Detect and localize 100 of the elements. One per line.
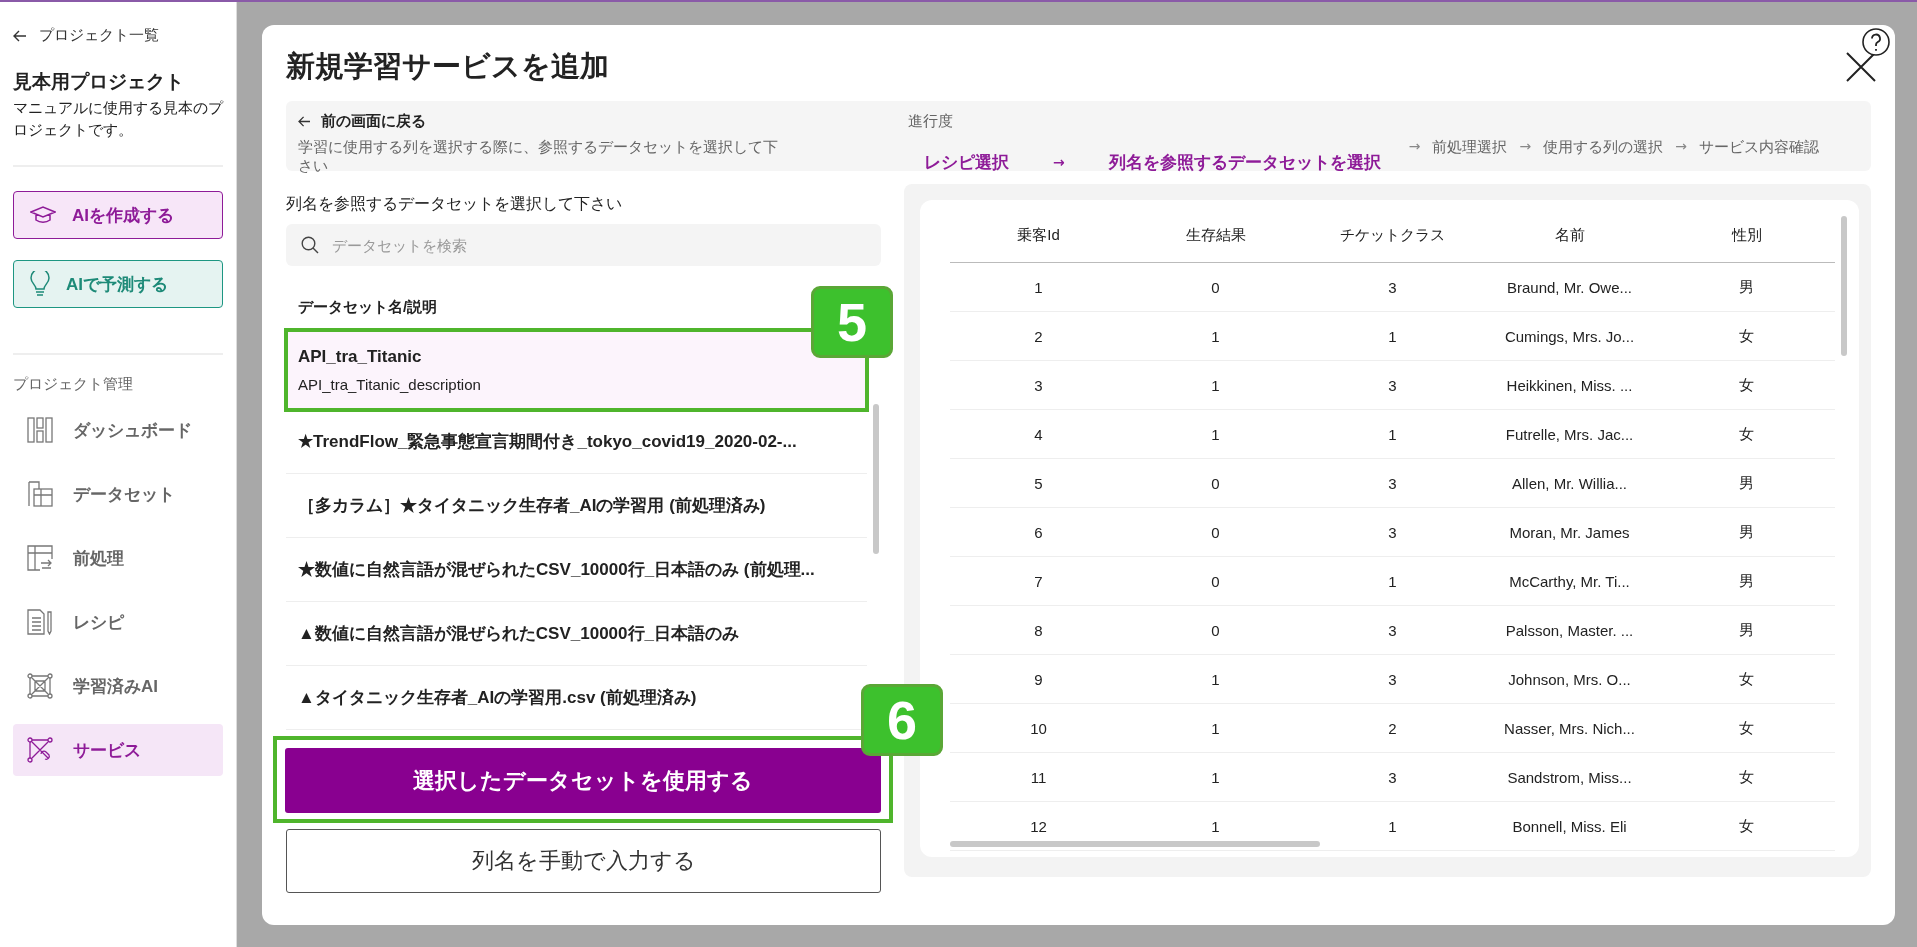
search-field[interactable]: データセットを検索 bbox=[286, 224, 881, 266]
table-cell: 1 bbox=[1304, 409, 1481, 459]
table-cell: 7 bbox=[950, 556, 1127, 606]
table-cell: Bonnell, Miss. Eli bbox=[1481, 801, 1658, 851]
scrollbar[interactable] bbox=[950, 841, 1320, 847]
table-cell: 3 bbox=[1304, 360, 1481, 410]
lightbulb-icon bbox=[30, 271, 50, 297]
dataset-row[interactable]: ★数値に自然言語が混ぜられたCSV_10000行_日本語のみ (前処理... bbox=[286, 538, 867, 602]
table-cell: 女 bbox=[1658, 311, 1835, 361]
table-cell: 1 bbox=[1127, 360, 1304, 410]
table-cell: 0 bbox=[1127, 605, 1304, 655]
back-link[interactable]: 前の画面に戻る bbox=[298, 112, 778, 131]
sidebar-item[interactable]: サービス bbox=[13, 724, 223, 776]
table-cell: Nasser, Mrs. Nich... bbox=[1481, 703, 1658, 753]
progress-step: レシピ選択 bbox=[908, 138, 1025, 186]
sidebar-item[interactable]: 学習済みAI bbox=[13, 660, 223, 712]
use-dataset-button[interactable]: 選択したデータセットを使用する bbox=[285, 748, 881, 813]
sidebar-item[interactable]: ダッシュボード bbox=[13, 404, 223, 456]
table-cell: 9 bbox=[950, 654, 1127, 704]
table-cell: 11 bbox=[950, 752, 1127, 802]
table-cell: 8 bbox=[950, 605, 1127, 655]
column-header: 生存結果 bbox=[1127, 208, 1304, 263]
search-icon bbox=[301, 236, 319, 254]
dataset-row[interactable]: ▲数値に自然言語が混ぜられたCSV_10000行_日本語のみ bbox=[286, 602, 867, 666]
arrow-right-icon: → bbox=[1037, 138, 1081, 186]
table-cell: 6 bbox=[950, 507, 1127, 557]
table-cell: Heikkinen, Miss. ... bbox=[1481, 360, 1658, 410]
table-cell: 女 bbox=[1658, 409, 1835, 459]
progress-step: 前処理選択 bbox=[1432, 138, 1508, 207]
table-cell: 10 bbox=[950, 703, 1127, 753]
progress-step: サービス内容確認 bbox=[1698, 138, 1819, 207]
dataset-row[interactable]: ［多カラム］★タイタニック生存者_AIの学習用 (前処理済み) bbox=[286, 474, 867, 538]
graduation-cap-icon bbox=[30, 205, 56, 225]
scrollbar[interactable] bbox=[1841, 216, 1847, 356]
sidebar-item[interactable]: 前処理 bbox=[13, 532, 223, 584]
table-cell: 1 bbox=[1304, 311, 1481, 361]
table-cell: 女 bbox=[1658, 360, 1835, 410]
table-cell: Futrelle, Mrs. Jac... bbox=[1481, 409, 1658, 459]
table-cell: Braund, Mr. Owe... bbox=[1481, 262, 1658, 312]
sidebar-item[interactable]: データセット bbox=[13, 468, 223, 520]
arrow-left-icon bbox=[298, 116, 311, 127]
close-icon[interactable] bbox=[1845, 51, 1877, 83]
arrow-right-icon: → bbox=[1408, 138, 1421, 207]
callout-badge: 6 bbox=[861, 684, 943, 756]
progress-step: 使用する列の選択 bbox=[1543, 138, 1664, 207]
table-cell: Moran, Mr. James bbox=[1481, 507, 1658, 557]
arrow-right-icon: → bbox=[1675, 138, 1687, 207]
table-cell: 1 bbox=[950, 262, 1127, 312]
table-cell: Allen, Mr. Willia... bbox=[1481, 458, 1658, 508]
table-cell: 女 bbox=[1658, 801, 1835, 851]
action-button[interactable]: AIを作成する bbox=[13, 191, 223, 239]
column-header: 名前 bbox=[1481, 208, 1658, 263]
table-cell: 3 bbox=[1304, 654, 1481, 704]
table-cell: 3 bbox=[1304, 752, 1481, 802]
table-cell: 女 bbox=[1658, 654, 1835, 704]
table-arrows-icon bbox=[27, 545, 53, 571]
table-cell: 0 bbox=[1127, 556, 1304, 606]
callout-badge: 5 bbox=[811, 286, 893, 358]
scrollbar[interactable] bbox=[873, 404, 879, 554]
table-cell: 3 bbox=[1304, 507, 1481, 557]
table-cell: 1 bbox=[1127, 311, 1304, 361]
table-cell: 3 bbox=[1304, 262, 1481, 312]
progress-step: 列名を参照するデータセットを選択 bbox=[1092, 138, 1397, 186]
table-icon bbox=[27, 481, 53, 507]
manual-entry-button[interactable]: 列名を手動で入力する bbox=[286, 829, 881, 893]
table-cell: 男 bbox=[1658, 262, 1835, 312]
table-cell: Sandstrom, Miss... bbox=[1481, 752, 1658, 802]
table-cell: 3 bbox=[950, 360, 1127, 410]
column-header: 乗客Id bbox=[950, 208, 1127, 263]
project-name: 見本用プロジェクト bbox=[13, 70, 185, 94]
sidebar-item[interactable]: レシピ bbox=[13, 596, 223, 648]
dataset-row[interactable]: ★TrendFlow_緊急事態宣言期間付き_tokyo_covid19_2020-02-... bbox=[286, 410, 867, 474]
arrow-right-icon: → bbox=[1519, 138, 1532, 207]
table-cell: McCarthy, Mr. Ti... bbox=[1481, 556, 1658, 606]
project-description: マニュアルに使用する見本のプロジェクトです。 bbox=[13, 99, 223, 140]
table-cell: 1 bbox=[1127, 752, 1304, 802]
column-header: 性別 bbox=[1658, 208, 1835, 263]
table-cell: Johnson, Mrs. O... bbox=[1481, 654, 1658, 704]
table-cell: 男 bbox=[1658, 458, 1835, 508]
arrow-left-icon bbox=[13, 29, 27, 42]
dashboard-icon bbox=[27, 417, 53, 443]
table-cell: 1 bbox=[1127, 703, 1304, 753]
table-cell: 2 bbox=[950, 311, 1127, 361]
network-link-icon bbox=[27, 737, 53, 763]
network-icon bbox=[27, 673, 53, 699]
hint-text: 学習に使用する列を選択する際に、参照するデータセットを選択して下さい bbox=[298, 138, 778, 176]
column-header: チケットクラス bbox=[1304, 208, 1481, 263]
table-cell: 3 bbox=[1304, 605, 1481, 655]
help-icon[interactable] bbox=[1861, 27, 1891, 57]
table-cell: 1 bbox=[1127, 409, 1304, 459]
document-pencil-icon bbox=[27, 609, 53, 635]
action-button[interactable]: AIで予測する bbox=[13, 260, 223, 308]
table-cell: 0 bbox=[1127, 458, 1304, 508]
table-cell: 女 bbox=[1658, 703, 1835, 753]
table-cell: 4 bbox=[950, 409, 1127, 459]
table-cell: 1 bbox=[1127, 654, 1304, 704]
table-cell: 2 bbox=[1304, 703, 1481, 753]
table-cell: 1 bbox=[1304, 556, 1481, 606]
table-cell: 女 bbox=[1658, 752, 1835, 802]
back-link[interactable]: プロジェクト一覧 bbox=[13, 26, 223, 45]
